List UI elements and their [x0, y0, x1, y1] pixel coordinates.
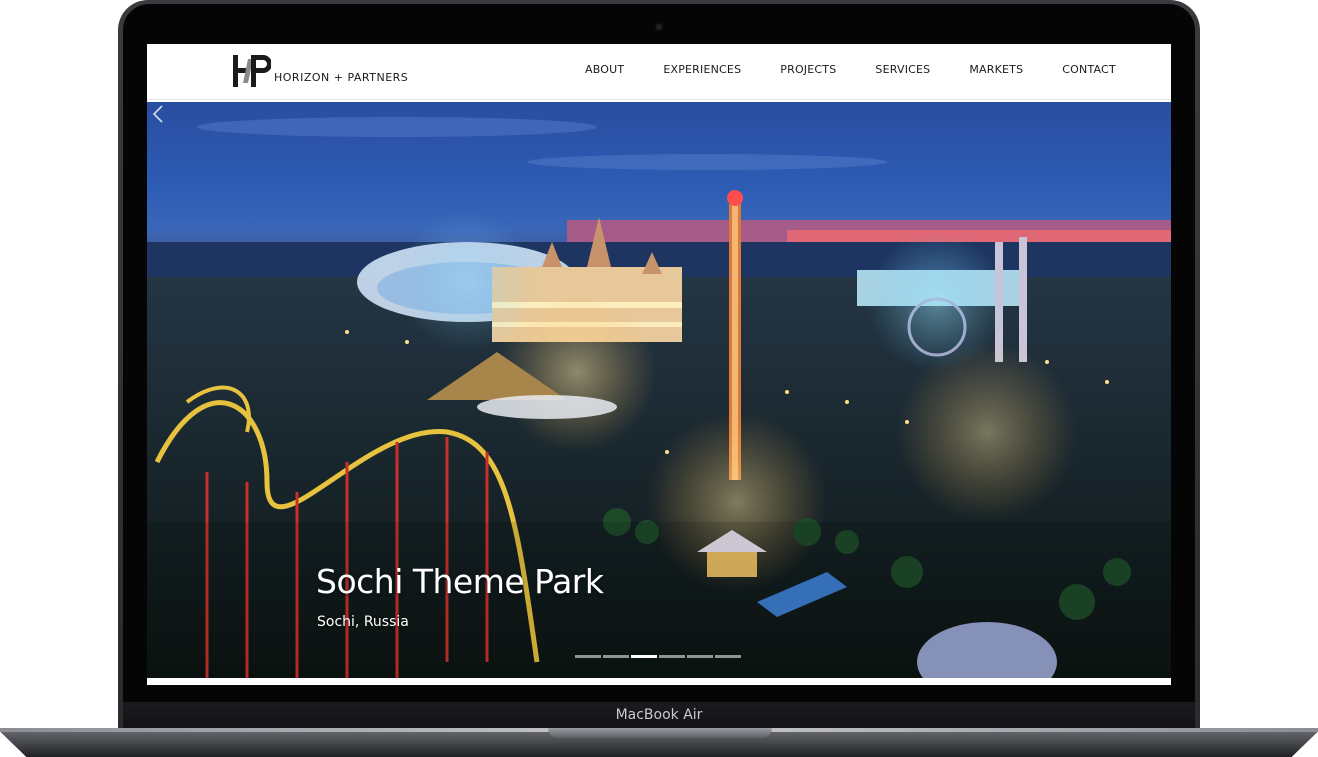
slider-dot-3[interactable] [631, 655, 657, 658]
hero-subtitle: Sochi, Russia [317, 614, 409, 630]
hero-slider: Sochi Theme Park Sochi, Russia [147, 102, 1171, 678]
nav-services[interactable]: SERVICES [875, 63, 930, 76]
site-logo[interactable]: HORIZON + PARTNERS [231, 53, 408, 89]
chevron-left-icon[interactable] [147, 102, 171, 126]
nav-about[interactable]: ABOUT [585, 63, 624, 76]
laptop-notch [548, 728, 772, 738]
device-label: MacBook Air [615, 707, 703, 723]
hero-title: Sochi Theme Park [316, 562, 604, 601]
slider-dot-6[interactable] [715, 655, 741, 658]
slider-dot-1[interactable] [575, 655, 601, 658]
hero-image [147, 117, 1171, 678]
hp-logo-icon [233, 55, 271, 87]
slider-dot-2[interactable] [603, 655, 629, 658]
main-nav: ABOUT EXPERIENCES PROJECTS SERVICES MARK… [585, 63, 1116, 76]
camera-icon [656, 24, 662, 30]
nav-markets[interactable]: MARKETS [969, 63, 1023, 76]
slider-dot-4[interactable] [659, 655, 685, 658]
screen-footer-strip [147, 678, 1171, 685]
nav-projects[interactable]: PROJECTS [780, 63, 836, 76]
slider-pagination [575, 655, 743, 658]
nav-contact[interactable]: CONTACT [1062, 63, 1116, 76]
slider-dot-5[interactable] [687, 655, 713, 658]
logo-text: HORIZON + PARTNERS [274, 70, 409, 84]
nav-experiences[interactable]: EXPERIENCES [663, 63, 741, 76]
site-header: HORIZON + PARTNERS ABOUT EXPERIENCES PRO… [147, 44, 1171, 100]
screen: HORIZON + PARTNERS ABOUT EXPERIENCES PRO… [147, 44, 1171, 685]
